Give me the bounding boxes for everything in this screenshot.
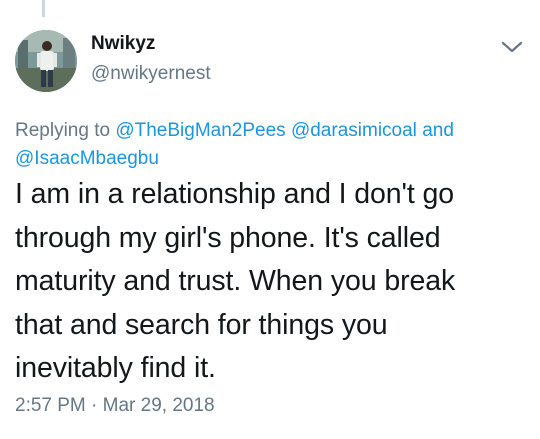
mention-link[interactable]: @darasimicoal (291, 120, 417, 141)
avatar[interactable] (15, 30, 77, 92)
author-display-name[interactable]: Nwikyz (91, 33, 155, 55)
chevron-down-icon (501, 41, 523, 53)
mention-link[interactable]: @TheBigMan2Pees (115, 120, 285, 141)
tweet-text: I am in a relationship and I don't go th… (15, 178, 456, 384)
reply-context: Replying to @TheBigMan2Pees @darasimicoa… (15, 117, 520, 173)
author-handle[interactable]: @nwikyernest (91, 63, 211, 85)
tweet-menu-button[interactable] (498, 36, 526, 58)
thread-connector-line (42, 0, 45, 17)
tweet-time-link[interactable]: 2:57 PM (15, 395, 86, 416)
person-photo-avatar-icon (15, 30, 77, 92)
reply-conjunction[interactable]: and (422, 120, 454, 141)
mention-link[interactable]: @IsaacMbaegbu (15, 148, 159, 169)
timestamp-separator: · (91, 395, 98, 416)
tweet-date-link[interactable]: Mar 29, 2018 (103, 395, 215, 416)
tweet-timestamp: 2:57 PM · Mar 29, 2018 (15, 395, 215, 417)
reply-prefix: Replying to (15, 120, 111, 141)
